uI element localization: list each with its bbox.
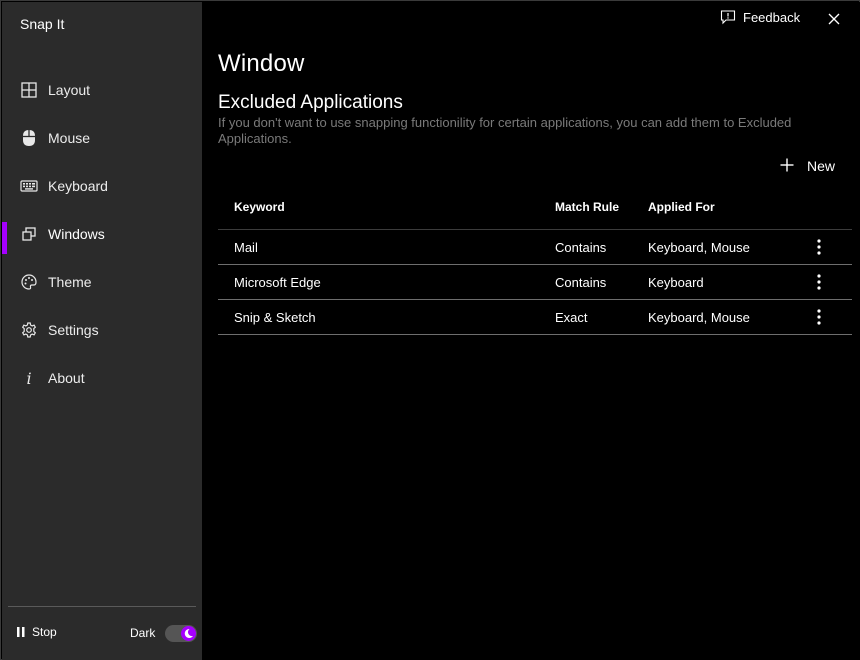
applied-for-cell: Keyboard	[648, 275, 704, 290]
more-options-button[interactable]	[810, 308, 828, 326]
dark-mode-toggle[interactable]	[165, 625, 197, 642]
sidebar-item-label: Layout	[48, 82, 91, 98]
column-header-match-rule[interactable]: Match Rule	[555, 200, 619, 214]
close-icon	[828, 13, 840, 25]
keyword-cell: Microsoft Edge	[234, 275, 321, 290]
section-title: Excluded Applications	[218, 92, 403, 113]
more-vertical-icon	[817, 309, 821, 325]
sidebar-item-about[interactable]: i About	[2, 354, 202, 402]
info-icon: i	[26, 368, 32, 388]
palette-icon	[20, 273, 38, 291]
more-vertical-icon	[817, 239, 821, 255]
table-row[interactable]: Microsoft Edge Contains Keyboard	[218, 265, 852, 300]
match-rule-cell: Exact	[555, 310, 588, 325]
sidebar-item-label: About	[48, 370, 85, 386]
sidebar-item-label: Keyboard	[48, 178, 108, 194]
sidebar-item-label: Settings	[48, 322, 99, 338]
windows-icon	[20, 225, 38, 243]
gear-icon	[20, 321, 38, 339]
feedback-label: Feedback	[743, 9, 801, 25]
feedback-icon	[720, 9, 736, 25]
match-rule-cell: Contains	[555, 240, 607, 255]
sidebar-item-label: Theme	[48, 274, 92, 290]
sidebar-item-windows[interactable]: Windows	[2, 210, 202, 258]
more-options-button[interactable]	[810, 273, 828, 291]
sidebar-nav: Layout Mouse Keyboard Windows Theme Sett…	[2, 66, 202, 402]
new-label: New	[807, 158, 836, 174]
more-vertical-icon	[817, 274, 821, 290]
main-content: Feedback Window Excluded Applications If…	[202, 2, 860, 660]
sidebar-item-theme[interactable]: Theme	[2, 258, 202, 306]
table-row[interactable]: Mail Contains Keyboard, Mouse	[218, 230, 852, 265]
sidebar-item-mouse[interactable]: Mouse	[2, 114, 202, 162]
more-options-button[interactable]	[810, 238, 828, 256]
sidebar-item-settings[interactable]: Settings	[2, 306, 202, 354]
table-header: Keyword Match Rule Applied For	[218, 190, 852, 230]
table-row[interactable]: Snip & Sketch Exact Keyboard, Mouse	[218, 300, 852, 335]
page-title: Window	[218, 50, 305, 77]
sidebar-item-label: Mouse	[48, 130, 91, 146]
feedback-button[interactable]: Feedback	[720, 9, 800, 25]
new-button[interactable]: New	[780, 158, 835, 174]
applied-for-cell: Keyboard, Mouse	[648, 240, 750, 255]
sidebar-divider	[8, 606, 196, 607]
sidebar: Snap It Layout Mouse Keyboard Windows Th…	[2, 2, 202, 660]
grid-icon	[20, 81, 38, 99]
app-window: Snap It Layout Mouse Keyboard Windows Th…	[0, 0, 860, 660]
match-rule-cell: Contains	[555, 275, 607, 290]
keyword-cell: Mail	[234, 240, 258, 255]
sidebar-item-layout[interactable]: Layout	[2, 66, 202, 114]
keyboard-icon	[20, 177, 38, 195]
plus-icon	[780, 158, 796, 174]
column-header-applied-for[interactable]: Applied For	[648, 200, 715, 214]
pause-icon	[16, 626, 26, 638]
app-title: Snap It	[20, 16, 65, 32]
section-description: If you don't want to use snapping functi…	[218, 115, 792, 146]
sidebar-item-keyboard[interactable]: Keyboard	[2, 162, 202, 210]
keyword-cell: Snip & Sketch	[234, 310, 316, 325]
sidebar-item-label: Windows	[48, 226, 105, 242]
applied-for-cell: Keyboard, Mouse	[648, 310, 750, 325]
stop-label: Stop	[32, 625, 57, 639]
column-header-keyword[interactable]: Keyword	[234, 200, 285, 214]
mouse-icon	[20, 129, 38, 147]
excluded-apps-table: Keyword Match Rule Applied For Mail Cont…	[218, 190, 852, 335]
dark-mode-label: Dark	[130, 626, 156, 640]
stop-button[interactable]: Stop	[16, 625, 57, 639]
moon-icon	[181, 626, 196, 641]
close-button[interactable]	[825, 10, 843, 28]
